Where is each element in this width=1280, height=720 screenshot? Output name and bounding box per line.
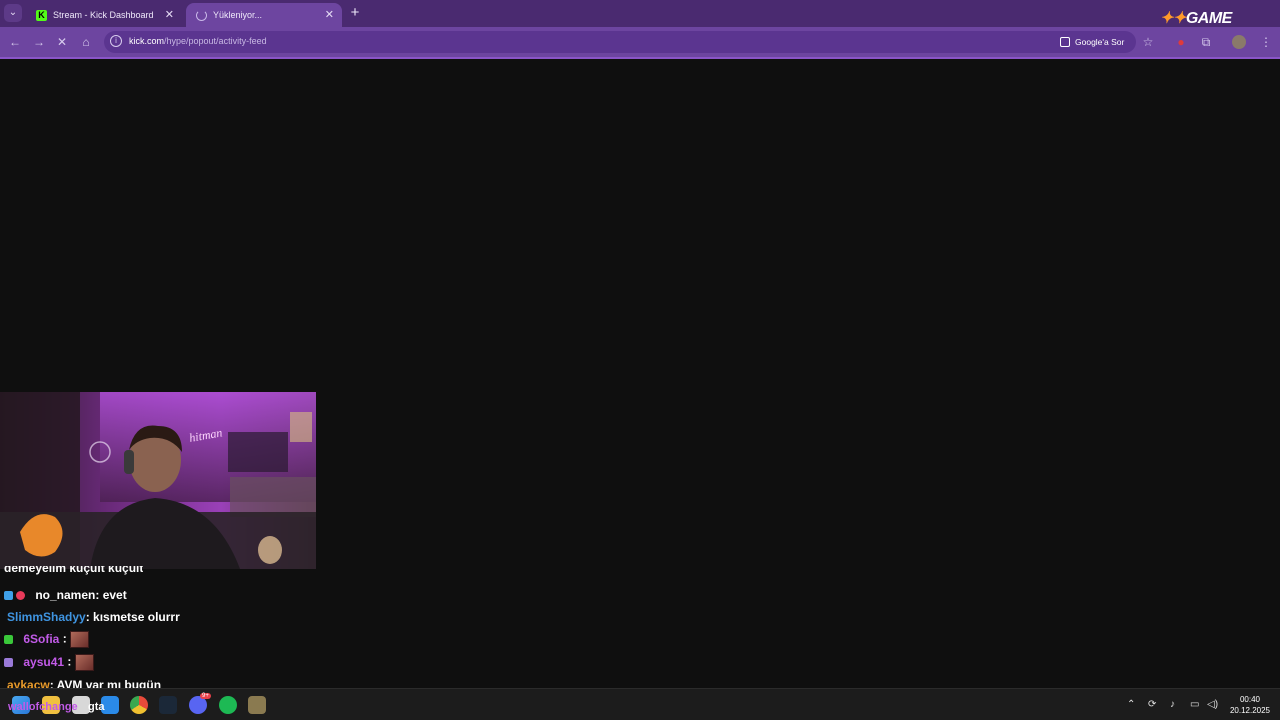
close-icon[interactable]: ✕ [165,8,174,21]
spotify-icon[interactable] [219,696,237,714]
badge-icon [4,658,13,667]
profile-avatar[interactable] [1232,35,1246,49]
tab-search-button[interactable]: ⌄ [4,4,22,22]
extension-icon[interactable]: ● [1172,33,1190,51]
back-button[interactable]: ← [6,33,24,51]
game-launcher-icon[interactable] [248,696,266,714]
forward-button[interactable]: → [30,33,48,51]
badge-icon [4,635,13,644]
system-clock[interactable]: 00:40 20.12.2025 [1228,694,1272,716]
page-content [0,59,1280,688]
chat-username[interactable]: aysu41 [23,655,64,669]
steam-icon[interactable] [159,696,177,714]
chevron-up-icon[interactable]: ⌃ [1127,699,1135,710]
chat-text: : [59,631,67,646]
extensions-puzzle-icon[interactable]: ⧉ [1197,33,1215,51]
taskbar: 9+ wallofchange gta ⌃ ⟳ ♪ ▭ ◁) 00:40 20.… [0,688,1280,720]
chat-message: 6Sofia : [4,631,90,648]
chat-username[interactable]: SlimmShadyy [7,610,86,624]
network-icon[interactable]: ▭ [1190,699,1199,710]
chat-text: : [64,654,72,669]
chat-message-partial: demeyelim küçült küçült [4,566,144,575]
webcam-image: hitman [0,392,316,569]
menu-icon[interactable]: ⋮ [1257,33,1275,51]
clock-time: 00:40 [1239,695,1261,704]
url-text[interactable]: kick.com/hype/popout/activity-feed [129,36,267,46]
chat-username[interactable]: no_namen [35,588,95,602]
badge-icon [16,591,25,601]
clock-date: 20.12.2025 [1229,706,1271,715]
webcam-overlay: hitman [0,392,316,569]
loading-spinner-icon [196,9,207,21]
emote-image [74,654,94,671]
chat-text: : evet [95,588,127,602]
badge-icon [4,591,13,601]
tab-kick-dashboard[interactable]: K Stream - Kick Dashboard ✕ [26,3,182,27]
microphone-icon[interactable]: ♪ [1170,699,1175,710]
lens-icon [1060,37,1070,47]
chat-message: SlimmShadyy: kısmetse olurrr [7,610,180,624]
home-button[interactable]: ⌂ [77,33,95,51]
new-tab-button[interactable]: + [346,4,364,22]
chrome-icon[interactable] [130,696,148,714]
volume-icon[interactable]: ◁) [1207,699,1218,710]
chat-overlap-text: wallofchange [8,701,78,713]
google-ask-button[interactable]: Google'a Sor [1060,34,1124,50]
bookmark-star-icon[interactable]: ☆ [1139,33,1157,51]
notification-badge: 9+ [200,693,211,699]
chat-message: no_namen: evet [4,588,127,602]
tab-loading[interactable]: Yükleniyor... ✕ [186,3,342,27]
chat-message: aysu41 : [4,654,94,671]
kick-icon: K [36,9,47,21]
site-info-icon[interactable]: i [110,35,122,47]
chat-overlap-text: gta [88,701,105,713]
stop-button[interactable]: ✕ [53,33,71,51]
flame-icon: ✦✦ [1160,10,1186,27]
tab-title: Stream - Kick Dashboard [53,10,154,20]
close-icon[interactable]: ✕ [325,8,334,21]
chat-username[interactable]: 6Sofia [23,632,59,646]
sync-icon[interactable]: ⟳ [1148,699,1156,710]
emote-image [70,631,90,648]
tab-title: Yükleniyor... [213,10,263,20]
chat-text: : kısmetse olurrr [85,610,180,624]
